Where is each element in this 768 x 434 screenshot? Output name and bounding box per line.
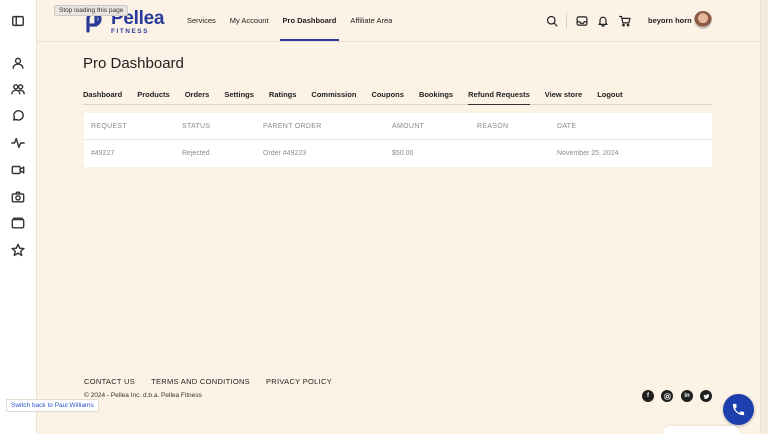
cell-parent-order[interactable]: Order #49223 — [263, 150, 306, 157]
tab-bookings[interactable]: Bookings — [419, 90, 453, 104]
dashboard-tabs: Dashboard Products Orders Settings Ratin… — [83, 90, 712, 105]
column-header-amount: AMOUNT — [392, 123, 425, 130]
user-name[interactable]: beyorn horn — [648, 16, 692, 25]
video-icon[interactable] — [11, 163, 25, 177]
avatar[interactable] — [694, 11, 712, 29]
column-header-status: STATUS — [182, 123, 211, 130]
column-header-reason: REASON — [477, 123, 509, 130]
cell-date: November 25, 2024 — [557, 150, 619, 157]
camera-icon[interactable] — [11, 190, 25, 204]
tab-dashboard[interactable]: Dashboard — [83, 90, 122, 104]
header-divider — [566, 13, 567, 28]
left-icon-rail — [0, 0, 37, 434]
cart-icon[interactable] — [619, 14, 631, 27]
refund-requests-table: REQUEST STATUS PARENT ORDER AMOUNT REASO… — [84, 113, 712, 167]
star-icon[interactable] — [11, 243, 25, 257]
bell-icon[interactable] — [597, 14, 609, 27]
header-divider-line — [37, 41, 768, 42]
copyright-text: © 2024 - Pellea Inc. d.b.a. Pellea Fitne… — [84, 392, 202, 399]
tab-view-store[interactable]: View store — [545, 90, 582, 104]
column-header-date: DATE — [557, 123, 577, 130]
table-header-row: REQUEST STATUS PARENT ORDER AMOUNT REASO… — [84, 113, 712, 140]
brand-subtitle: FITNESS — [111, 28, 149, 35]
column-header-parent-order: PARENT ORDER — [263, 123, 322, 130]
inbox-icon[interactable] — [576, 14, 588, 26]
browser-tooltip: Stop loading this page — [54, 5, 129, 16]
page-scrollbar[interactable] — [760, 0, 768, 434]
search-icon[interactable] — [546, 14, 558, 27]
footer-links: CONTACT US TERMS AND CONDITIONS PRIVACY … — [84, 377, 348, 386]
activity-icon[interactable] — [11, 136, 25, 150]
people-icon[interactable] — [11, 82, 25, 96]
footer-contact-link[interactable]: CONTACT US — [84, 377, 135, 386]
nav-my-account[interactable]: My Account — [230, 16, 269, 25]
column-header-request: REQUEST — [91, 123, 127, 130]
tab-orders[interactable]: Orders — [185, 90, 210, 104]
instagram-icon[interactable] — [661, 390, 673, 402]
tab-products[interactable]: Products — [137, 90, 170, 104]
tab-logout[interactable]: Logout — [597, 90, 622, 104]
nav-affiliate-area[interactable]: Affiliate Area — [350, 16, 392, 25]
call-button[interactable] — [723, 394, 754, 425]
person-icon[interactable] — [11, 56, 25, 70]
switch-back-user-link[interactable]: Switch back to Paul Williams — [6, 399, 99, 412]
phone-icon — [732, 403, 745, 416]
nav-services[interactable]: Services — [187, 16, 216, 25]
twitter-icon[interactable] — [700, 390, 712, 402]
chat-icon[interactable] — [11, 109, 25, 123]
top-navigation: Services My Account Pro Dashboard Affili… — [187, 16, 406, 25]
page-title: Pro Dashboard — [83, 55, 184, 72]
table-row[interactable]: #49227 Rejected Order #49223 $50.00 Nove… — [84, 140, 712, 167]
tab-settings[interactable]: Settings — [224, 90, 254, 104]
sidebar-toggle-icon[interactable] — [11, 14, 25, 28]
tab-commission[interactable]: Commission — [311, 90, 356, 104]
tab-refund-requests[interactable]: Refund Requests — [468, 90, 530, 105]
nav-pro-dashboard[interactable]: Pro Dashboard — [283, 16, 337, 25]
footer-privacy-link[interactable]: PRIVACY POLICY — [266, 377, 332, 386]
tab-coupons[interactable]: Coupons — [371, 90, 404, 104]
facebook-icon[interactable]: f — [642, 390, 654, 402]
cell-amount: $50.00 — [392, 150, 414, 157]
folder-icon[interactable] — [11, 216, 25, 230]
chat-widget-tab[interactable] — [663, 426, 739, 434]
linkedin-icon[interactable]: in — [681, 390, 693, 402]
cell-request-id[interactable]: #49227 — [91, 150, 114, 157]
tab-ratings[interactable]: Ratings — [269, 90, 297, 104]
footer-terms-link[interactable]: TERMS AND CONDITIONS — [151, 377, 250, 386]
cell-status: Rejected — [182, 150, 210, 157]
